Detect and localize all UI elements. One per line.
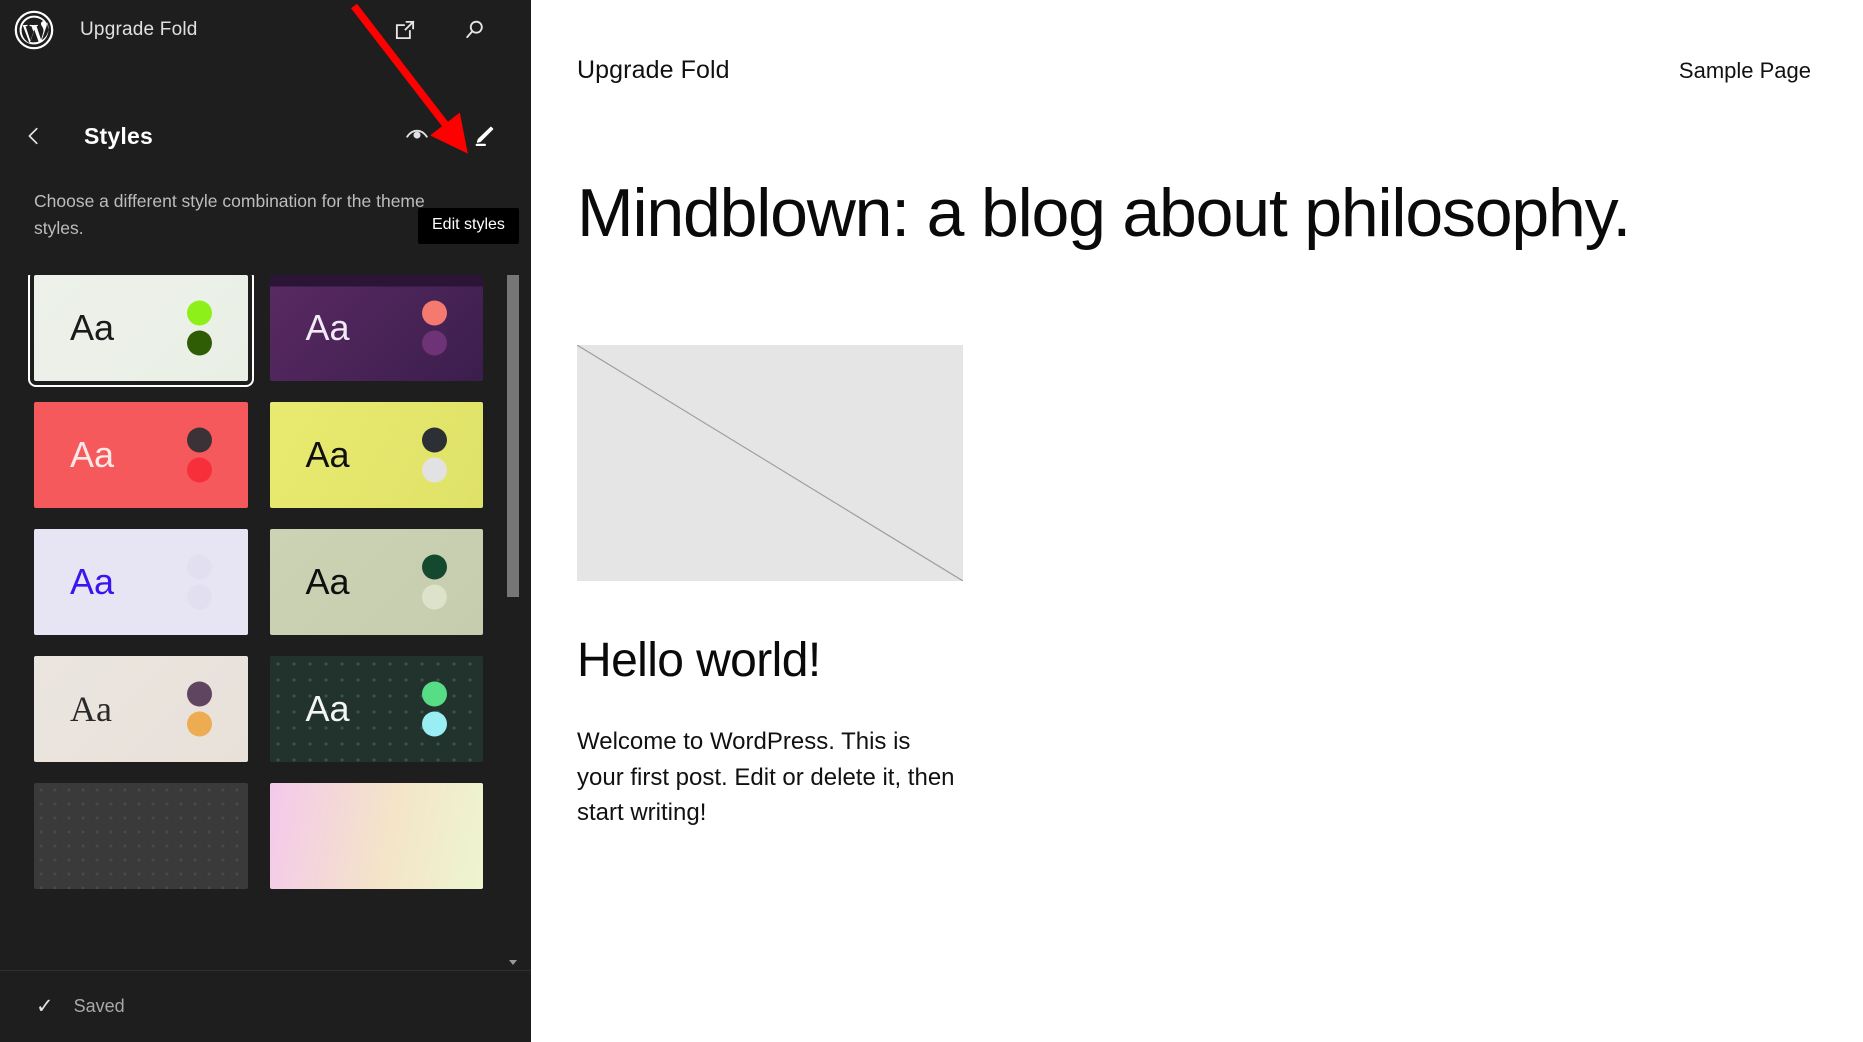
swatch-sample-text: Aa — [305, 307, 350, 349]
styles-header-actions — [395, 114, 505, 158]
preview-site-name: Upgrade Fold — [577, 56, 730, 84]
style-variation-9[interactable] — [34, 783, 248, 890]
style-variation-8[interactable]: Aa — [269, 656, 483, 763]
preview-site-tagline: Mindblown: a blog about philosophy. — [577, 175, 1631, 251]
swatch-color-dot — [186, 330, 212, 356]
swatch-color-dot — [186, 681, 212, 707]
swatch-sample-text: Aa — [305, 434, 350, 476]
swatch-pattern — [34, 783, 248, 890]
swatch-sample-text: Aa — [305, 688, 350, 730]
style-variation-10[interactable] — [269, 783, 483, 890]
swatch-color-dot — [186, 457, 212, 483]
swatch-color-dots — [186, 427, 212, 483]
preview-post-title: Hello world! — [577, 634, 821, 688]
site-preview-canvas[interactable]: Upgrade Fold Sample Page Mindblown: a bl… — [531, 0, 1863, 1042]
swatch-pattern — [269, 656, 483, 763]
swatch-color-dot — [422, 554, 447, 580]
editor-sidebar: Upgrade Fold Styles Edit styles Choose a… — [0, 0, 531, 1042]
chevron-down-icon[interactable] — [505, 954, 521, 970]
external-link-icon[interactable] — [383, 8, 427, 52]
swatch-color-dot — [422, 681, 447, 707]
style-variation-7[interactable]: Aa — [34, 656, 248, 763]
swatch-color-dots — [186, 300, 212, 356]
style-variations-grid: Aa Aa Aa Aa Aa Aa Aa Aa — [0, 275, 531, 890]
nav-item-sample-page[interactable]: Sample Page — [1679, 58, 1811, 83]
swatch-color-dot — [422, 711, 447, 737]
style-variation-4[interactable]: Aa — [269, 402, 483, 509]
swatch-color-dot — [186, 554, 212, 580]
swatch-color-dots — [186, 681, 212, 737]
editor-site-title: Upgrade Fold — [80, 19, 198, 40]
topbar-actions — [383, 8, 531, 52]
style-variation-5[interactable]: Aa — [34, 529, 248, 636]
save-status-label: Saved — [73, 996, 125, 1016]
wordpress-logo-icon[interactable] — [10, 6, 58, 54]
sidebar-scrollbar-thumb[interactable] — [507, 275, 519, 598]
save-status-bar[interactable]: ✓ Saved — [0, 970, 531, 1042]
swatch-sample-text: Aa — [305, 561, 350, 603]
panel-title: Styles — [84, 122, 153, 149]
swatch-color-dot — [186, 584, 212, 610]
style-variations-area: Aa Aa Aa Aa Aa Aa Aa Aa — [0, 275, 531, 970]
editor-topbar: Upgrade Fold — [0, 0, 531, 60]
swatch-color-dot — [422, 330, 447, 356]
swatch-color-dots — [422, 554, 447, 610]
sidebar-scrollbar[interactable] — [505, 275, 521, 970]
image-placeholder-icon — [577, 345, 963, 582]
swatch-color-dot — [186, 427, 212, 453]
chevron-left-icon[interactable] — [14, 116, 54, 156]
style-variation-3[interactable]: Aa — [34, 402, 248, 509]
site-editor-window: Upgrade Fold Styles Edit styles Choose a… — [0, 0, 1863, 1042]
check-icon: ✓ — [36, 995, 54, 1018]
style-variation-1[interactable]: Aa — [28, 275, 254, 388]
preview-post-excerpt: Welcome to WordPress. This is your first… — [577, 728, 955, 827]
swatch-pattern — [269, 275, 483, 382]
swatch-sample-text: Aa — [70, 307, 115, 349]
swatch-sample-text: Aa — [70, 689, 112, 730]
swatch-color-dot — [422, 457, 447, 483]
preview-site-nav: Sample Page — [1679, 58, 1811, 84]
eye-icon[interactable] — [395, 114, 439, 158]
edit-styles-tooltip: Edit styles — [418, 208, 519, 244]
search-icon[interactable] — [453, 8, 497, 52]
style-variation-2[interactable]: Aa — [269, 275, 483, 382]
swatch-color-dot — [422, 584, 447, 610]
swatch-color-dots — [186, 554, 212, 610]
swatch-color-dot — [422, 427, 447, 453]
swatch-color-dots — [422, 427, 447, 483]
swatch-sample-text: Aa — [70, 434, 115, 476]
swatch-color-dot — [186, 711, 212, 737]
swatch-color-dot — [186, 300, 212, 326]
style-variation-6[interactable]: Aa — [269, 529, 483, 636]
preview-site-header: Upgrade Fold Sample Page — [531, 0, 1863, 85]
swatch-color-dots — [422, 300, 447, 356]
swatch-color-dot — [422, 300, 447, 326]
pencil-icon[interactable] — [461, 114, 505, 158]
swatch-sample-text: Aa — [70, 561, 115, 603]
swatch-color-dots — [422, 681, 447, 737]
styles-panel-header: Styles — [0, 98, 531, 174]
